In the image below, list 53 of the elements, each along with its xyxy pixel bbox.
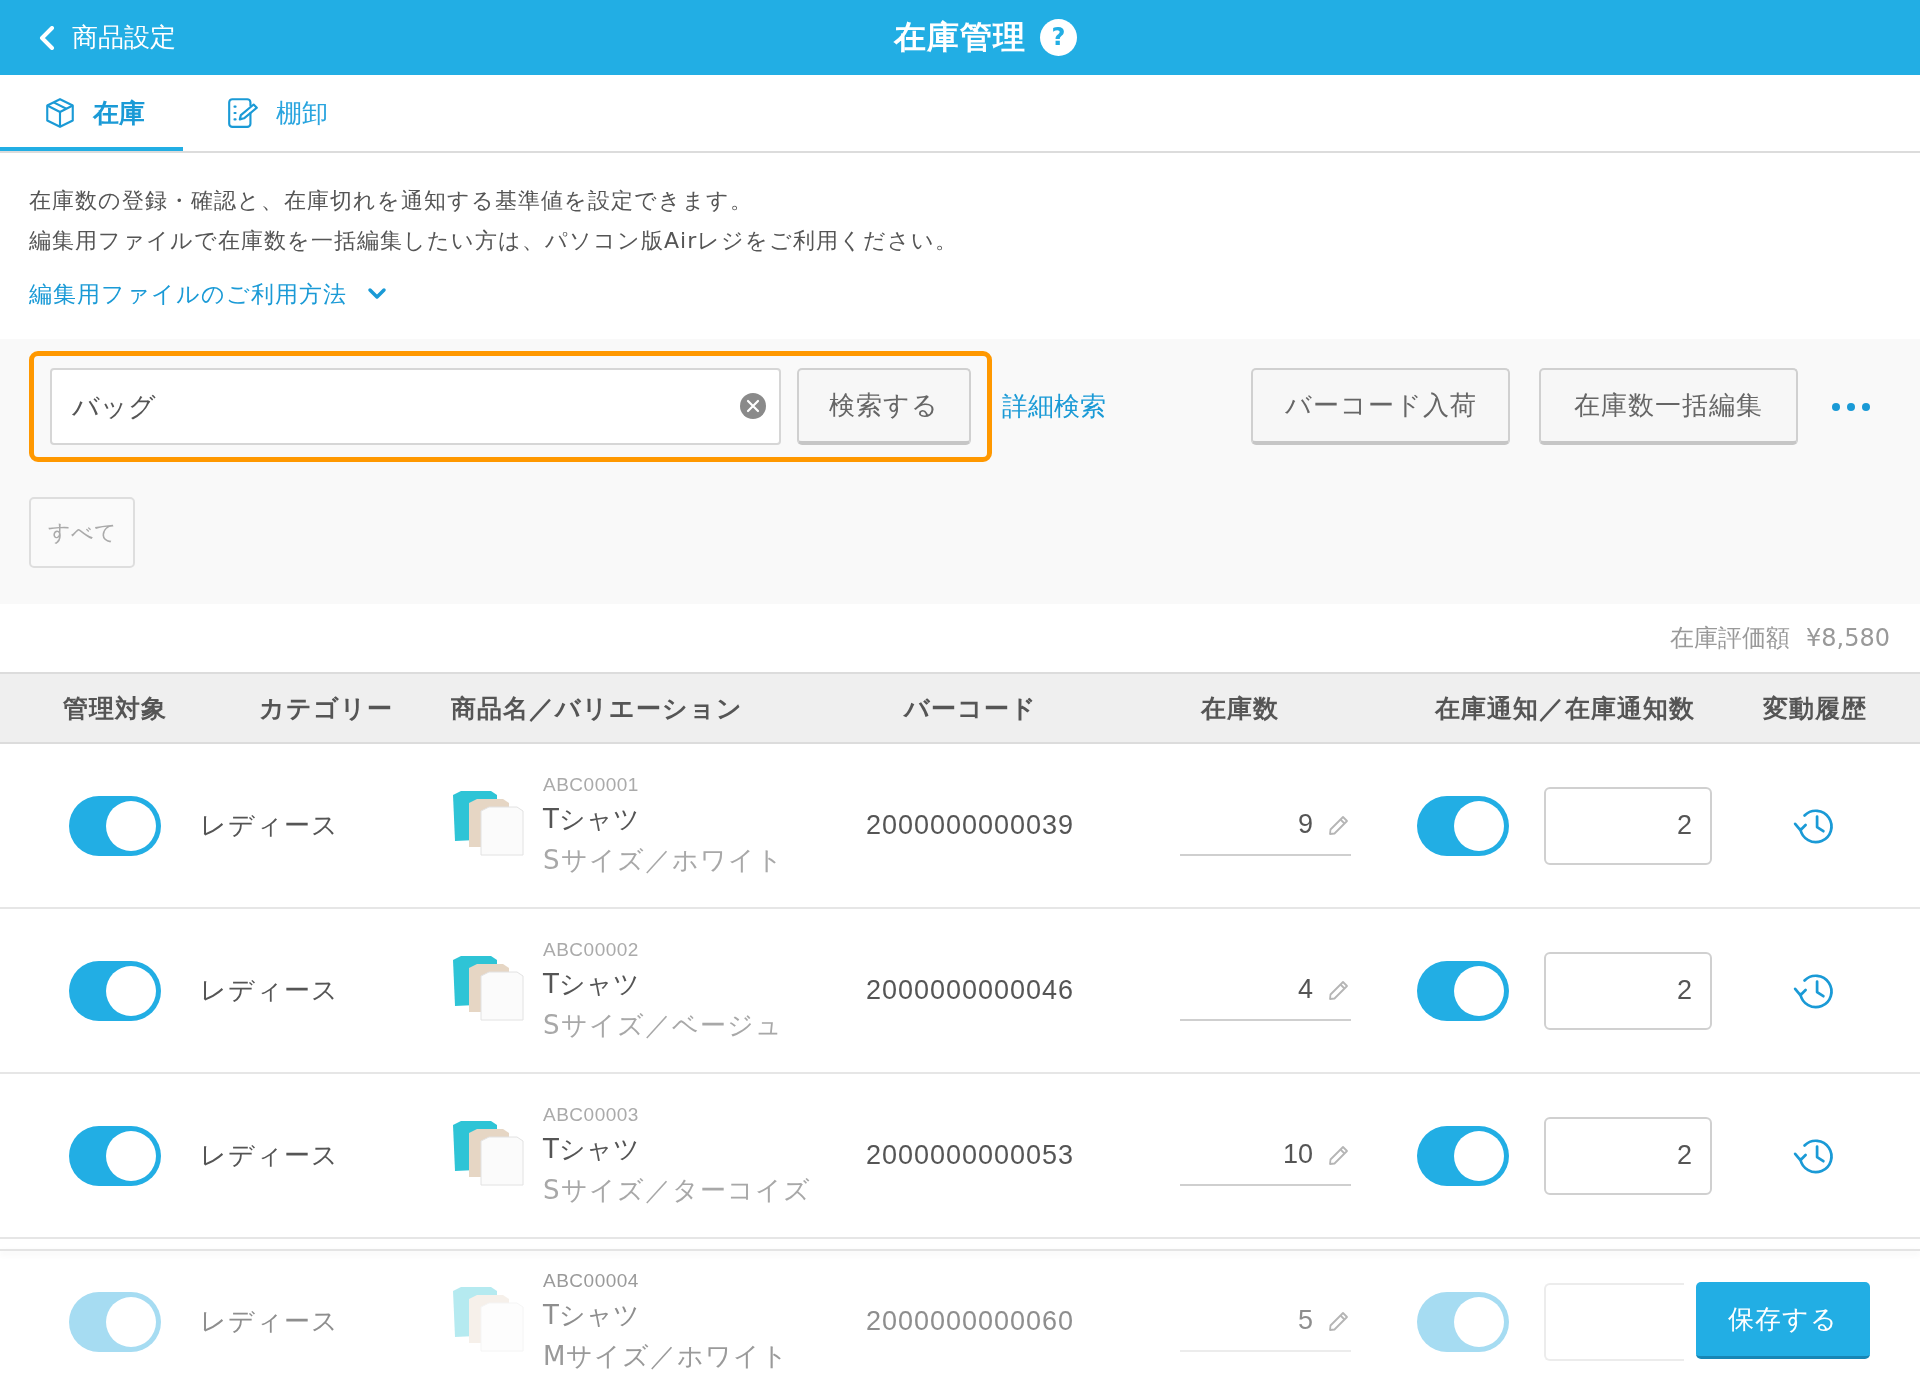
valuation-label: 在庫評価額 xyxy=(1670,623,1790,654)
search-field[interactable]: バッグ xyxy=(50,368,781,445)
column-header: 商品名／バリエーション xyxy=(451,692,744,725)
column-header: 管理対象 xyxy=(62,692,168,725)
tab[interactable]: 棚卸 xyxy=(183,75,366,151)
notify-count-field[interactable]: 2 xyxy=(1544,951,1712,1030)
variation-text: Sサイズ／ターコイズ xyxy=(543,1173,811,1207)
stock-field[interactable]: 10 xyxy=(1180,1125,1351,1186)
variation-text: Sサイズ／ベージュ xyxy=(543,1008,783,1042)
product-code: ABC00001 xyxy=(543,772,640,797)
usage-link[interactable]: 編集用ファイルのご利用方法 xyxy=(29,278,347,310)
stock-field[interactable]: 5 xyxy=(1180,1291,1351,1352)
page-title: 在庫管理 xyxy=(894,16,1026,58)
variation-text: Sサイズ／ホワイト xyxy=(543,843,784,877)
category-text: レディース xyxy=(200,809,339,842)
advanced-search-link[interactable]: 詳細検索 xyxy=(1002,389,1106,424)
barcode-text: 2000000000060 xyxy=(865,1306,1075,1337)
column-header: バーコード xyxy=(902,692,1038,725)
chevron-down-icon[interactable] xyxy=(367,287,387,301)
product-code: ABC00003 xyxy=(543,1102,640,1127)
product-name: Tシャツ xyxy=(543,802,641,836)
valuation-amount: ¥8,580 xyxy=(1806,624,1890,652)
category-text: レディース xyxy=(200,1139,339,1172)
clear-icon[interactable] xyxy=(739,392,767,420)
column-header: 在庫数 xyxy=(1199,692,1280,725)
notify-count-field[interactable]: 2 xyxy=(1544,786,1712,865)
column-header: 変動履歴 xyxy=(1762,692,1868,725)
product-name: Tシャツ xyxy=(543,1298,641,1332)
action-button[interactable]: バーコード入荷 xyxy=(1251,368,1510,445)
barcode-text: 2000000000053 xyxy=(865,1140,1075,1171)
column-header: カテゴリー xyxy=(257,692,394,725)
stock-field[interactable]: 9 xyxy=(1180,795,1351,856)
category-text: レディース xyxy=(200,974,339,1007)
barcode-text: 2000000000046 xyxy=(865,975,1075,1006)
search-button[interactable]: 検索する xyxy=(797,368,971,445)
notify-count-field[interactable]: 2 xyxy=(1544,1116,1712,1195)
more-icon[interactable] xyxy=(1831,401,1871,412)
cube-icon xyxy=(43,96,77,130)
description-text: 編集用ファイルで在庫数を一括編集したい方は、パソコン版Airレジをご利用ください。 xyxy=(29,227,960,255)
product-name: Tシャツ xyxy=(543,1132,641,1166)
product-name: Tシャツ xyxy=(543,967,641,1001)
category-text: レディース xyxy=(200,1305,339,1338)
tab[interactable]: 在庫 xyxy=(0,75,183,151)
chevron-left-icon xyxy=(38,25,56,50)
action-button[interactable]: 在庫数一括編集 xyxy=(1539,368,1798,445)
product-code: ABC00004 xyxy=(543,1268,640,1293)
column-header: 在庫通知／在庫通知数 xyxy=(1433,692,1696,725)
description-text: 在庫数の登録・確認と、在庫切れを通知する基準値を設定できます。 xyxy=(29,187,754,215)
clipboard-pencil-icon xyxy=(226,96,260,130)
product-code: ABC00002 xyxy=(543,937,640,962)
barcode-text: 2000000000039 xyxy=(865,810,1075,841)
stock-field[interactable]: 4 xyxy=(1180,960,1351,1021)
variation-text: Mサイズ／ホワイト xyxy=(543,1339,790,1373)
